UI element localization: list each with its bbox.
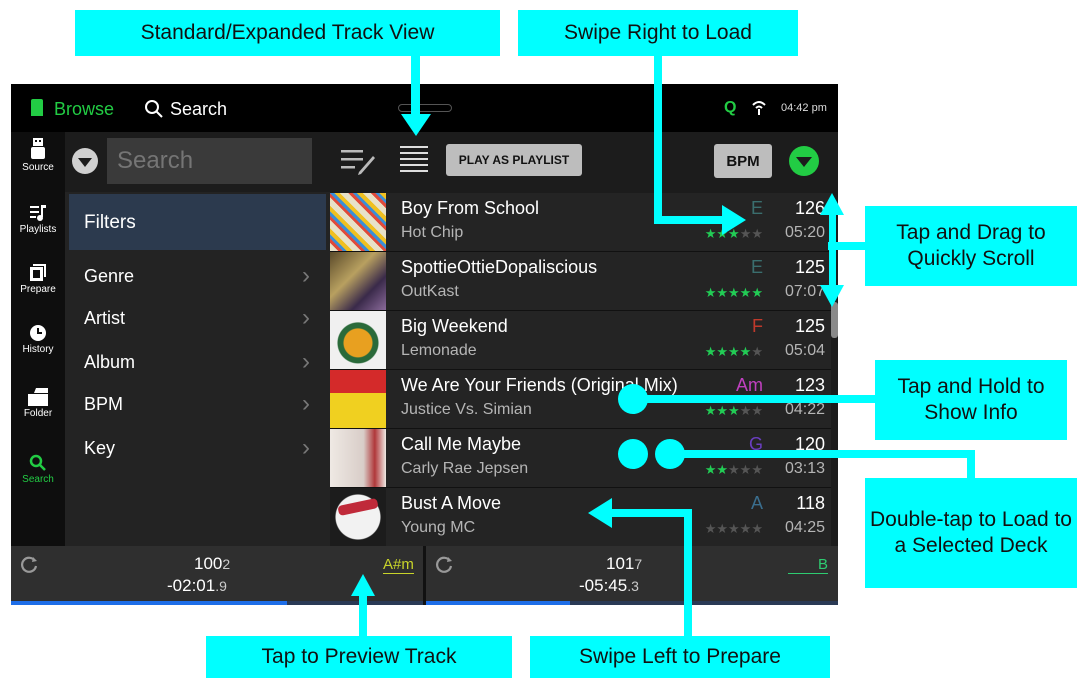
deck-right[interactable]: 1017 -05:45.3 B <box>426 546 838 605</box>
callout-tap-drag: Tap and Drag to Quickly Scroll <box>865 206 1077 286</box>
album-art <box>330 193 386 251</box>
rating-stars[interactable]: ★★★★★ <box>705 285 763 301</box>
double-tap-marker-2 <box>655 439 685 469</box>
arrow-double-tap-vertical <box>967 450 975 478</box>
filter-key[interactable]: Key › <box>69 428 326 468</box>
arrow-swipe-left-vertical <box>684 509 692 637</box>
device-screen: Browse Search Q 04:42 pm Source Playlist… <box>11 84 838 605</box>
browse-icon <box>31 99 43 116</box>
callout-tap-hold: Tap and Hold to Show Info <box>875 360 1067 440</box>
filter-genre[interactable]: Genre › <box>69 256 326 296</box>
deck-right-time: -05:45 <box>579 576 628 595</box>
scrollbar-thumb[interactable] <box>831 302 838 338</box>
track-row[interactable]: Boy From School Hot Chip E 126 ★★★★★ 05:… <box>330 193 831 252</box>
callout-track-view: Standard/Expanded Track View <box>75 10 500 56</box>
double-tap-marker-1 <box>618 439 648 469</box>
search-icon <box>29 454 46 471</box>
arrow-swipe-right-horizontal <box>654 216 724 224</box>
arrow-tap-hold-connector <box>640 395 875 403</box>
filter-album[interactable]: Album › <box>69 342 326 382</box>
playlist-icon <box>30 205 46 221</box>
wifi-icon <box>752 101 766 115</box>
search-input[interactable] <box>107 138 312 184</box>
arrow-down-icon <box>820 285 844 307</box>
track-view-icon[interactable] <box>400 144 428 174</box>
sort-direction-icon[interactable] <box>789 146 819 176</box>
album-art <box>330 252 386 310</box>
album-art <box>330 429 386 487</box>
search-tab[interactable]: Search <box>170 99 227 120</box>
clock-time: 04:42 pm <box>781 102 827 114</box>
search-icon <box>145 100 163 118</box>
rating-stars[interactable]: ★★★★★ <box>705 462 763 478</box>
callout-double-tap: Double-tap to Load to a Selected Deck <box>865 478 1077 588</box>
arrow-up-icon <box>351 574 375 596</box>
rating-stars[interactable]: ★★★★★ <box>705 521 763 537</box>
callout-swipe-right: Swipe Right to Load <box>518 10 798 56</box>
callout-swipe-left: Swipe Left to Prepare <box>530 636 830 678</box>
arrow-swipe-left-horizontal <box>610 509 692 517</box>
filter-artist[interactable]: Artist › <box>69 298 326 338</box>
side-nav: Source Playlists Prepare History Folder <box>11 132 65 546</box>
callout-tap-preview: Tap to Preview Track <box>206 636 512 678</box>
nav-folder[interactable]: Folder <box>11 388 65 419</box>
rating-stars[interactable]: ★★★★★ <box>705 403 763 419</box>
nav-search[interactable]: Search <box>11 454 65 485</box>
nav-history[interactable]: History <box>11 324 65 355</box>
track-row[interactable]: Call Me Maybe Carly Rae Jepsen G 120 ★★★… <box>330 429 831 488</box>
track-row[interactable]: Big Weekend Lemonade F 125 ★★★★★ 05:04 <box>330 311 831 370</box>
nav-playlists[interactable]: Playlists <box>11 204 65 235</box>
sort-bpm-button[interactable]: BPM <box>714 144 772 178</box>
chevron-right-icon: › <box>302 390 310 417</box>
arrow-head-icon <box>588 498 612 528</box>
clock-icon <box>30 325 46 341</box>
filters-header[interactable]: Filters <box>69 194 326 250</box>
nav-prepare[interactable]: Prepare <box>11 264 65 295</box>
deck-left-bpm: 100 <box>194 554 223 573</box>
quantize-indicator: Q <box>724 99 737 116</box>
play-as-playlist-button[interactable]: PLAY AS PLAYLIST <box>446 144 582 176</box>
nav-source[interactable]: Source <box>11 138 65 173</box>
arrow-double-tap-horizontal <box>670 450 975 458</box>
deck-right-bpm: 101 <box>606 554 635 573</box>
arrow-track-view-shaft <box>411 56 420 118</box>
edit-list-icon[interactable] <box>341 148 375 176</box>
deck-right-key: B <box>788 556 828 574</box>
drag-handle[interactable] <box>398 104 452 112</box>
album-art <box>330 311 386 369</box>
sync-icon[interactable] <box>19 554 39 574</box>
arrow-swipe-right-vertical <box>654 56 662 224</box>
arrow-head-icon <box>722 205 746 235</box>
chevron-right-icon: › <box>302 304 310 331</box>
track-row[interactable]: SpottieOttieDopaliscious OutKast E 125 ★… <box>330 252 831 311</box>
sync-icon[interactable] <box>434 554 454 574</box>
rating-stars[interactable]: ★★★★★ <box>705 344 763 360</box>
arrow-tap-drag-vertical <box>829 212 836 290</box>
chevron-right-icon: › <box>302 434 310 461</box>
album-art <box>330 488 386 546</box>
dropdown-icon[interactable] <box>72 148 98 174</box>
filter-bpm[interactable]: BPM › <box>69 384 326 424</box>
tap-hold-marker <box>618 384 648 414</box>
deck-left-time: -02:01 <box>167 576 216 595</box>
deck-right-progress <box>426 601 838 605</box>
chevron-right-icon: › <box>302 348 310 375</box>
arrow-preview-vertical <box>359 594 367 636</box>
arrow-head-icon <box>401 114 431 136</box>
arrow-up-icon <box>820 193 844 215</box>
track-row[interactable]: Bust A Move Young MC A 118 ★★★★★ 04:25 <box>330 488 831 547</box>
deck-left-key: A#m <box>383 556 414 574</box>
usb-icon <box>31 138 45 159</box>
album-art <box>330 370 386 428</box>
chevron-right-icon: › <box>302 262 310 289</box>
folder-icon <box>28 388 48 406</box>
prepare-icon <box>30 264 46 281</box>
browse-tab[interactable]: Browse <box>54 99 114 120</box>
